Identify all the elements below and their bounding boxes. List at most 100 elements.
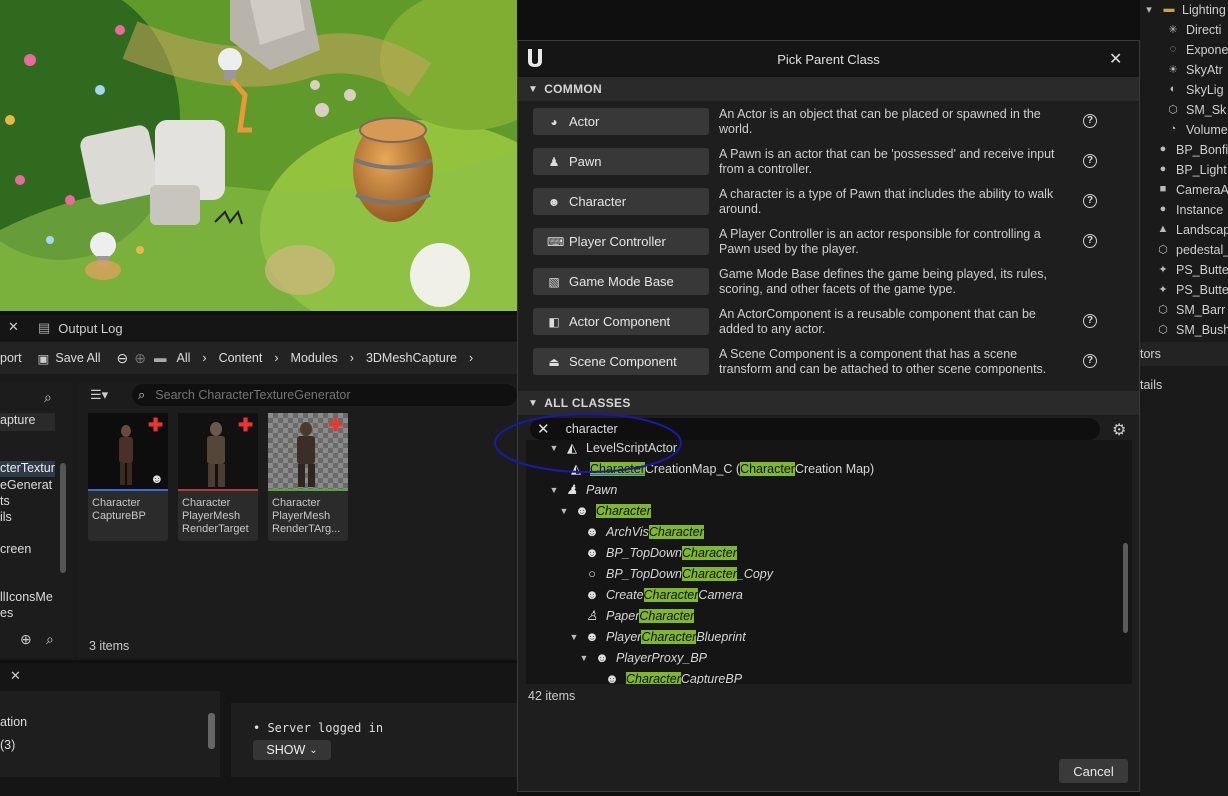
outliner-item[interactable]: ● BP_Light [1156, 160, 1227, 180]
scrollbar[interactable] [60, 463, 66, 573]
breadcrumb-content[interactable]: Content [219, 351, 263, 365]
help-icon[interactable]: ? [1083, 314, 1097, 328]
details-tab[interactable]: tails [1140, 378, 1162, 392]
tree-node-character[interactable]: ▼ ☻ Character [558, 501, 651, 521]
asset-search-input[interactable] [153, 387, 498, 403]
folder-item[interactable]: ts [0, 494, 10, 508]
outliner-item[interactable]: ◔ Volume [1166, 120, 1228, 140]
viewport-scene [0, 0, 517, 311]
back-arrow-icon[interactable]: ⊖ [117, 350, 129, 367]
outliner-folder-lighting[interactable]: ▾ ▬ Lighting [1142, 0, 1226, 20]
help-icon[interactable]: ? [1083, 194, 1097, 208]
settings-gear-icon[interactable]: ⚙ [1112, 420, 1126, 440]
outliner-item[interactable]: ⬡ SM_Bush [1156, 320, 1228, 340]
show-button[interactable]: SHOW ⌄ [253, 740, 331, 760]
tree-node-playercharacterblueprint[interactable]: ▼ ☻ Player Character Blueprint [568, 627, 746, 647]
tree-node-charactercapturebp[interactable]: ☻ Character CaptureBP [604, 669, 742, 684]
log-line: Server logged in [267, 721, 384, 735]
tree-node-createcharactercamera[interactable]: ☻ Create Character Camera [584, 585, 743, 605]
game-mode-base-class-button[interactable]: ▧ Game Mode Base [533, 268, 709, 295]
outliner-item[interactable]: ✦ PS_Butte [1156, 280, 1228, 300]
outliner-actors-tab[interactable]: tors [1140, 342, 1228, 366]
character-icon: ☻ [150, 471, 164, 486]
scene-component-description: A Scene Component is a component that ha… [719, 347, 1047, 376]
outliner-item[interactable]: ⬡ pedestal_ [1156, 240, 1228, 260]
tree-node-papercharacter[interactable]: ♙ Paper Character [584, 606, 695, 626]
folder-item[interactable]: eGenerat [0, 478, 52, 492]
asset-tile[interactable]: ✚ Character PlayerMesh RenderTArg... [268, 413, 348, 541]
search-icon[interactable]: ⌕ [44, 389, 52, 406]
import-button[interactable]: port [0, 351, 22, 365]
outliner-item[interactable]: ● Instance [1156, 200, 1224, 220]
folder-item[interactable]: llIconsMe [0, 590, 53, 604]
close-icon[interactable]: ✕ [10, 668, 21, 684]
collapse-arrow-icon[interactable]: ▾ [1142, 3, 1156, 17]
outliner-item[interactable]: ▲ Landscap [1156, 220, 1228, 240]
level-viewport[interactable] [0, 0, 517, 311]
character-class-button[interactable]: ☻ Character [533, 188, 709, 215]
close-icon[interactable]: ✕ [8, 319, 19, 335]
actor-component-class-button[interactable]: ◧ Actor Component [533, 308, 709, 335]
breadcrumb-3dmeshcapture[interactable]: 3DMeshCapture [366, 351, 457, 365]
world-outliner: ▾ ▬ Lighting ✳ Directi ◌ Expone ☀ SkyAtr ◐ S… [1140, 0, 1228, 796]
outliner-item[interactable]: ◌ Expone [1166, 40, 1228, 60]
folder-item[interactable]: apture [0, 413, 55, 431]
search-icon[interactable]: ⌕ [46, 631, 54, 648]
actor-component-description: An ActorComponent is a reusable componen… [719, 307, 1036, 336]
static-mesh-icon: ⬡ [1158, 244, 1168, 256]
folder-item[interactable]: es [0, 606, 13, 620]
outliner-item[interactable]: ◐ SkyLig [1166, 80, 1224, 100]
outliner-item[interactable]: ✳ Directi [1166, 20, 1221, 40]
asset-search-bar[interactable]: ⌕ [132, 384, 517, 406]
breadcrumb-all[interactable]: All [177, 351, 191, 365]
outliner-item[interactable]: ✦ PS_Butte [1156, 260, 1228, 280]
add-badge-icon: ✚ [328, 415, 344, 435]
save-all-button[interactable]: Save All [55, 351, 100, 365]
expand-arrow-icon[interactable]: ▼ [578, 653, 590, 663]
character-description: A character is a type of Pawn that inclu… [719, 187, 1054, 216]
scene-component-class-button[interactable]: ⏏ Scene Component [533, 348, 709, 375]
forward-arrow-icon[interactable]: ⊕ [134, 350, 146, 367]
folder-item[interactable]: creen [0, 542, 31, 556]
asset-tile[interactable]: ✚ ☻ Character CaptureBP [88, 413, 168, 541]
outliner-item[interactable]: ⬡ SM_Barr [1156, 300, 1225, 320]
outliner-item[interactable]: ● BP_Bonfi [1156, 140, 1228, 160]
common-section-header[interactable]: ▼ COMMON [518, 77, 1139, 101]
pawn-class-button[interactable]: ♟ Pawn [533, 148, 709, 175]
expand-arrow-icon[interactable]: ▼ [558, 506, 570, 516]
expand-arrow-icon[interactable]: ▼ [568, 632, 580, 642]
folder-item-selected[interactable]: cterTextur [0, 461, 55, 477]
help-icon[interactable]: ? [1083, 154, 1097, 168]
folder-item[interactable]: ils [0, 510, 12, 524]
help-icon[interactable]: ? [1083, 234, 1097, 248]
scrollbar[interactable] [208, 713, 215, 749]
help-icon[interactable]: ? [1083, 354, 1097, 368]
add-icon[interactable]: ⊕ [20, 631, 32, 648]
chevron-down-icon: ⌄ [309, 744, 318, 756]
close-icon[interactable]: ✕ [1109, 49, 1122, 69]
pawn-icon: ♟ [548, 154, 560, 169]
chevron-right-icon: › [468, 351, 474, 365]
dialog-titlebar: Pick Parent Class ✕ [518, 41, 1139, 77]
cancel-button[interactable]: Cancel [1059, 759, 1128, 783]
help-icon[interactable]: ? [1083, 114, 1097, 128]
tab-output-log[interactable]: ▤ Output Log [38, 315, 123, 341]
tree-node-playerproxy-bp[interactable]: ▼ ☻ PlayerProxy_BP [578, 648, 707, 668]
tree-scrollbar[interactable] [1123, 543, 1128, 633]
player-controller-class-button[interactable]: ⌨ Player Controller [533, 228, 709, 255]
tree-node-bp-topdowncharacter-copy[interactable]: ○ BP_TopDown Character _Copy [584, 564, 773, 584]
content-browser: ✕ ▤ Output Log port ▣ Save All ⊖ ⊕ ▬ All… [0, 315, 517, 660]
tree-node-bp-topdowncharacter[interactable]: ☻ BP_TopDown Character [584, 543, 737, 563]
tree-node-archvischaracter[interactable]: ☻ ArchVis Character [584, 522, 704, 542]
outliner-item[interactable]: ⬡ SM_Sk [1166, 100, 1226, 120]
breadcrumb-modules[interactable]: Modules [291, 351, 338, 365]
outliner-item[interactable]: ■ CameraA [1156, 180, 1228, 200]
actor-icon: ● [1159, 143, 1167, 155]
chevron-right-icon: › [349, 351, 354, 365]
expand-arrow-icon[interactable]: ▼ [548, 485, 560, 495]
outliner-item[interactable]: ☀ SkyAtr [1166, 60, 1223, 80]
filter-icon[interactable]: ☰▾ [90, 387, 108, 403]
camera-icon: ■ [1159, 183, 1167, 195]
asset-tile[interactable]: ✚ Character PlayerMesh RenderTarget [178, 413, 258, 541]
actor-class-button[interactable]: ◕ Actor [533, 108, 709, 135]
